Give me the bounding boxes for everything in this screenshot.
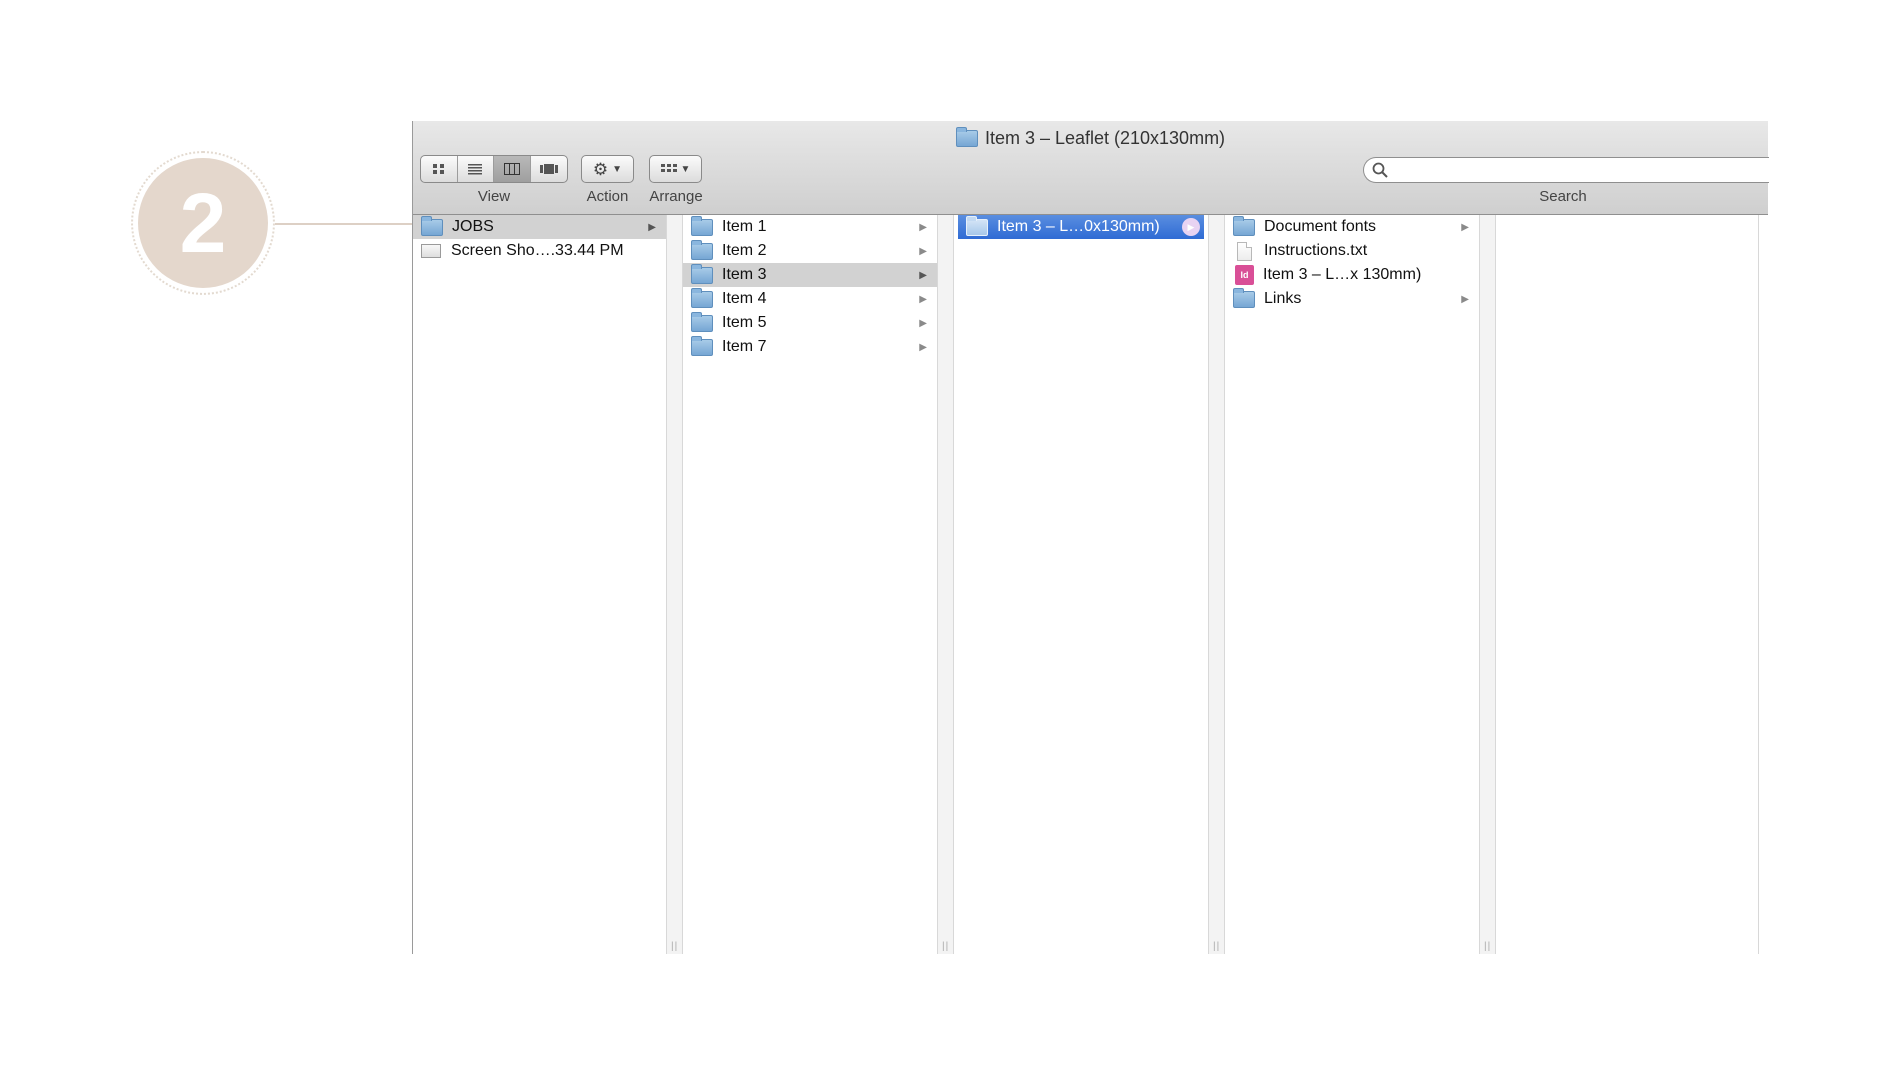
list-item-screenshot[interactable]: Screen Sho….33.44 PM — [413, 239, 666, 263]
window-title: Item 3 – Leaflet (210x130mm) — [984, 127, 1226, 148]
search-input[interactable] — [1394, 159, 1758, 181]
chevron-down-icon: ▼ — [612, 163, 623, 175]
step-badge: 2 — [131, 151, 275, 295]
list-item-item-7[interactable]: Item 7 ▶ — [683, 335, 937, 359]
column-view-icon — [503, 163, 520, 175]
column-4: Document fonts ▶ Instructions.txt Id Ite… — [1225, 215, 1479, 954]
disclosure-arrow-icon: ▶ — [919, 293, 927, 305]
action-button[interactable]: ⚙ ▼ — [581, 155, 634, 183]
list-item-links[interactable]: Links ▶ — [1225, 287, 1479, 311]
list-item-label: JOBS — [452, 218, 494, 235]
list-item-label: Item 7 — [722, 338, 767, 355]
folder-icon — [955, 126, 978, 147]
finder-window: Item 3 – Leaflet (210x130mm) View ⚙ ▼ Ac… — [412, 121, 1769, 954]
column-resize-handle[interactable]: || — [1208, 215, 1225, 954]
list-item-instructions[interactable]: Instructions.txt — [1225, 239, 1479, 263]
coverflow-view-icon — [539, 164, 558, 174]
column-2: Item 1 ▶ Item 2 ▶ Item 3 ▶ Item 4 ▶ Item… — [683, 215, 937, 954]
list-item-label: Item 1 — [722, 218, 767, 235]
list-item-document-fonts[interactable]: Document fonts ▶ — [1225, 215, 1479, 239]
folder-icon — [1233, 287, 1255, 308]
folder-icon — [691, 287, 713, 308]
list-item-item-1[interactable]: Item 1 ▶ — [683, 215, 937, 239]
column-3: Item 3 – L…0x130mm) ▶ — [954, 215, 1208, 954]
list-item-label: Item 2 — [722, 242, 767, 259]
step-number: 2 — [138, 158, 268, 288]
gear-icon: ⚙ — [592, 159, 609, 179]
column-resize-handle[interactable]: || — [937, 215, 954, 954]
column-browser: JOBS ▶ Screen Sho….33.44 PM || Item 1 ▶ … — [413, 215, 1768, 954]
list-item-label: Item 3 — [722, 266, 767, 283]
list-item-label: Item 4 — [722, 290, 767, 307]
search-icon — [1372, 162, 1388, 178]
folder-icon — [691, 263, 713, 284]
list-item-item-4[interactable]: Item 4 ▶ — [683, 287, 937, 311]
step-connector-line — [275, 223, 412, 225]
column-resize-handle[interactable]: || — [666, 215, 683, 954]
folder-icon — [421, 215, 443, 236]
action-label: Action — [586, 188, 629, 205]
folder-icon — [691, 215, 713, 236]
list-item-label: Document fonts — [1264, 218, 1377, 235]
indesign-file-icon: Id — [1235, 265, 1254, 285]
arrange-button[interactable]: ▼ — [649, 155, 702, 183]
grid-arrange-icon — [660, 164, 677, 172]
list-item-label: Item 3 – L…0x130mm) — [997, 218, 1160, 235]
list-item-item-3[interactable]: Item 3 ▶ — [683, 263, 937, 287]
column-5 — [1496, 215, 1759, 954]
list-item-label: Links — [1264, 290, 1302, 307]
list-view-button[interactable] — [458, 156, 494, 182]
icon-view-button[interactable] — [421, 156, 458, 182]
column-1: JOBS ▶ Screen Sho….33.44 PM — [413, 215, 666, 954]
list-item-label: Item 3 – L…x 130mm) — [1263, 266, 1422, 283]
folder-icon — [691, 239, 713, 260]
toolbar: Item 3 – Leaflet (210x130mm) View ⚙ ▼ Ac… — [413, 121, 1769, 215]
search-label: Search — [1539, 188, 1587, 205]
chevron-down-icon: ▼ — [680, 163, 691, 175]
coverflow-view-button[interactable] — [531, 156, 567, 182]
list-item-leaflet-folder[interactable]: Item 3 – L…0x130mm) ▶ — [958, 215, 1204, 239]
text-file-icon — [1237, 241, 1252, 261]
disclosure-arrow-icon: ▶ — [919, 269, 927, 281]
arrange-label: Arrange — [649, 188, 703, 205]
column-view-button[interactable] — [494, 156, 531, 182]
disclosure-arrow-icon: ▶ — [919, 245, 927, 257]
screenshot-file-icon — [421, 244, 441, 258]
list-item-label: Screen Sho….33.44 PM — [451, 242, 624, 259]
list-item-label: Instructions.txt — [1264, 242, 1368, 259]
view-segmented-control — [420, 155, 568, 183]
icon-view-icon — [432, 164, 444, 174]
search-field — [1363, 157, 1769, 183]
disclosure-arrow-icon: ▶ — [919, 317, 927, 329]
folder-icon — [691, 335, 713, 356]
list-item-label: Item 5 — [722, 314, 767, 331]
list-view-icon — [468, 164, 483, 175]
disclosure-arrow-icon: ▶ — [1182, 218, 1200, 236]
list-item-item-5[interactable]: Item 5 ▶ — [683, 311, 937, 335]
disclosure-arrow-icon: ▶ — [1461, 221, 1469, 233]
view-label: View — [477, 188, 511, 205]
disclosure-arrow-icon: ▶ — [919, 221, 927, 233]
folder-icon — [966, 215, 988, 236]
folder-icon — [1233, 215, 1255, 236]
disclosure-arrow-icon: ▶ — [648, 221, 656, 233]
disclosure-arrow-icon: ▶ — [1461, 293, 1469, 305]
column-resize-handle[interactable]: || — [1479, 215, 1496, 954]
window-title-bar: Item 3 – Leaflet (210x130mm) — [413, 125, 1768, 151]
list-item-jobs[interactable]: JOBS ▶ — [413, 215, 666, 239]
disclosure-arrow-icon: ▶ — [919, 341, 927, 353]
folder-icon — [691, 311, 713, 332]
list-item-item-2[interactable]: Item 2 ▶ — [683, 239, 937, 263]
list-item-indesign-file[interactable]: Id Item 3 – L…x 130mm) — [1225, 263, 1479, 287]
